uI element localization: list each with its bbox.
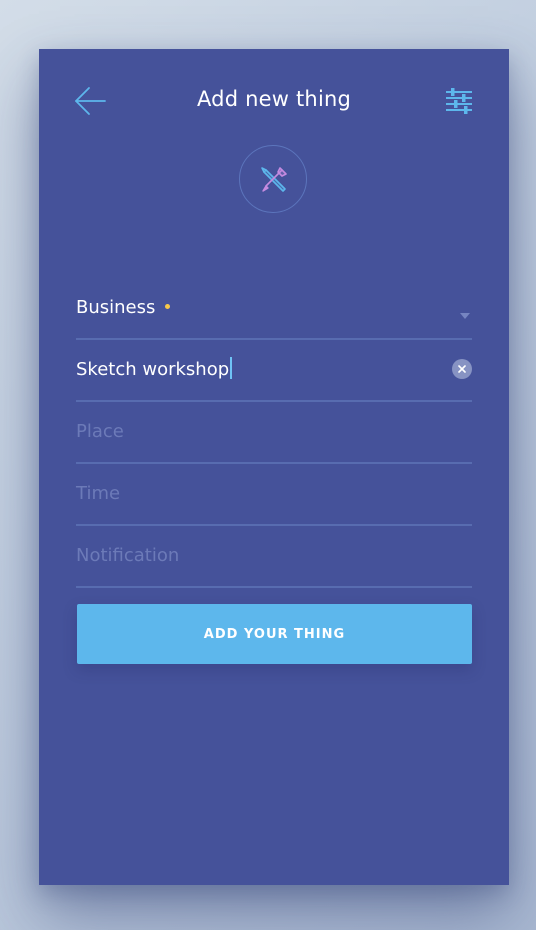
page-title: Add new thing [196, 87, 352, 111]
category-logo [239, 145, 307, 213]
field-divider [76, 586, 472, 588]
time-placeholder: Time [76, 483, 121, 504]
app-screen: Add new thing Business Sketch workshop P… [39, 49, 509, 885]
category-value: Business [76, 297, 171, 318]
notification-placeholder: Notification [76, 545, 180, 566]
category-label: Business [76, 297, 156, 318]
notification-input[interactable]: Notification [76, 526, 472, 588]
pencil-brush-crossed-icon [261, 167, 287, 192]
add-your-thing-button[interactable]: ADD YOUR THING [77, 604, 472, 664]
category-color-dot [165, 303, 171, 309]
place-input[interactable]: Place [76, 402, 472, 464]
time-input[interactable]: Time [76, 464, 472, 526]
text-cursor [230, 357, 232, 379]
name-input[interactable]: Sketch workshop [76, 340, 472, 402]
clear-button[interactable] [452, 359, 472, 379]
name-value: Sketch workshop [76, 357, 232, 381]
clear-x-icon [458, 365, 466, 373]
filter-button[interactable] [443, 87, 475, 115]
chevron-down-icon[interactable] [460, 305, 470, 319]
category-select[interactable]: Business [76, 278, 472, 340]
header: Add new thing [39, 49, 509, 153]
place-placeholder: Place [76, 421, 124, 442]
name-text: Sketch workshop [76, 359, 230, 380]
sliders-icon [443, 88, 475, 119]
